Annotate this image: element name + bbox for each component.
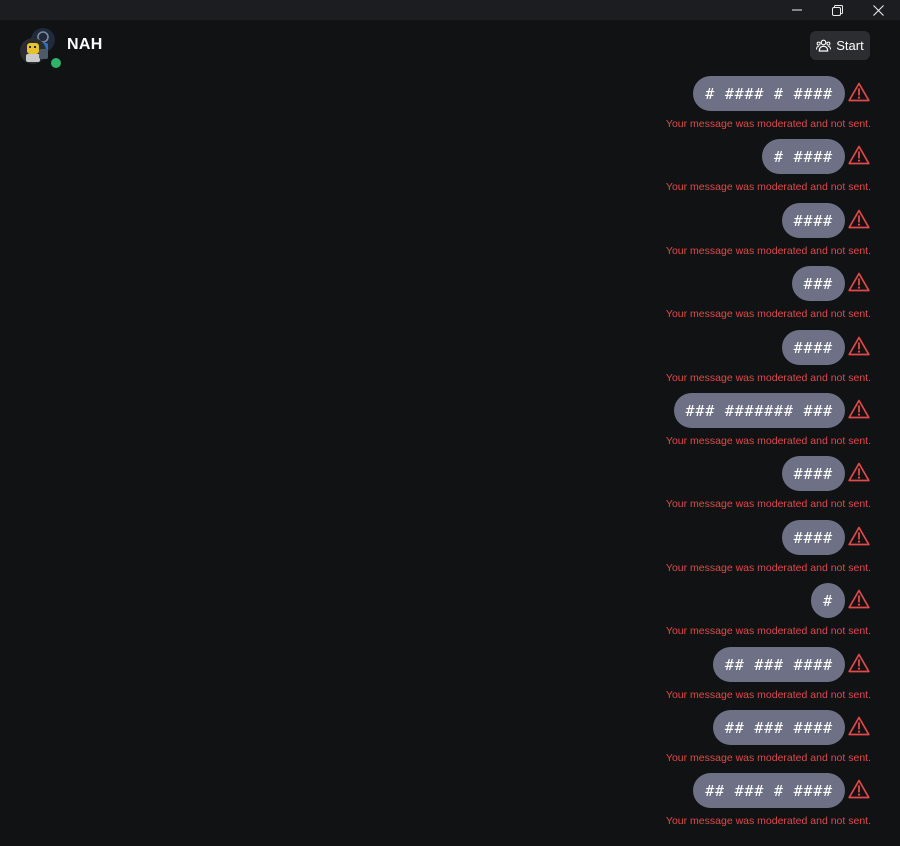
moderation-status-text: Your message was moderated and not sent.: [665, 308, 871, 320]
moderation-status-text: Your message was moderated and not sent.: [665, 689, 871, 701]
moderation-status-text: Your message was moderated and not sent.: [665, 435, 871, 447]
moderation-status-text: Your message was moderated and not sent.: [665, 181, 871, 193]
message-bubble[interactable]: ####: [781, 203, 845, 238]
restore-icon: [831, 4, 843, 16]
moderation-status-text: Your message was moderated and not sent.: [665, 372, 871, 384]
message-bubble[interactable]: # ####: [762, 139, 845, 174]
warning-icon[interactable]: [848, 526, 870, 546]
message-bubble[interactable]: ## ### ####: [712, 647, 845, 682]
message-bubble[interactable]: # #### # ####: [693, 76, 845, 111]
close-icon: [872, 4, 884, 16]
warning-icon[interactable]: [848, 336, 870, 356]
warning-icon[interactable]: [848, 209, 870, 229]
online-status-icon: [49, 56, 63, 70]
message-row: #### Your message was moderated and not s…: [0, 203, 900, 261]
restore-button[interactable]: [817, 0, 857, 20]
warning-icon[interactable]: [848, 589, 870, 609]
message-bubble[interactable]: #: [811, 583, 845, 618]
chat-header: [0, 20, 900, 72]
moderation-status-text: Your message was moderated and not sent.: [665, 562, 871, 574]
message-row: ## ### #### Your message was moderated an…: [0, 710, 900, 768]
moderation-status-text: Your message was moderated and not sent.: [665, 118, 871, 130]
warning-icon[interactable]: [848, 82, 870, 102]
message-row: #### Your message was moderated and not s…: [0, 456, 900, 514]
message-bubble[interactable]: ####: [781, 330, 845, 365]
message-bubble[interactable]: ## ### ####: [712, 710, 845, 745]
warning-icon[interactable]: [848, 272, 870, 292]
chat-title: NAH: [67, 36, 103, 53]
close-button[interactable]: [858, 0, 898, 20]
minimize-icon: [792, 9, 802, 11]
message-bubble[interactable]: ####: [781, 456, 845, 491]
message-row: # #### # #### Your message was moderated …: [0, 76, 900, 134]
warning-icon[interactable]: [848, 716, 870, 736]
message-row: ### ####### ### Your message was moderate…: [0, 393, 900, 451]
warning-icon[interactable]: [848, 653, 870, 673]
message-row: # Your message was moderated and not sent…: [0, 583, 900, 641]
message-bubble[interactable]: ###: [791, 266, 845, 301]
message-row: ### Your message was moderated and not se…: [0, 266, 900, 324]
warning-icon[interactable]: [848, 779, 870, 799]
start-button[interactable]: Start: [810, 31, 870, 60]
moderation-status-text: Your message was moderated and not sent.: [665, 752, 871, 764]
message-row: # #### Your message was moderated and not…: [0, 139, 900, 197]
minimize-button[interactable]: [777, 0, 817, 20]
warning-icon[interactable]: [848, 145, 870, 165]
message-bubble[interactable]: ### ####### ###: [673, 393, 845, 428]
people-icon: [816, 39, 832, 52]
start-button-label: Start: [836, 38, 864, 53]
message-row: #### Your message was moderated and not s…: [0, 330, 900, 388]
warning-icon[interactable]: [848, 462, 870, 482]
message-row: ## ### #### Your message was moderated an…: [0, 647, 900, 705]
moderation-status-text: Your message was moderated and not sent.: [665, 498, 871, 510]
message-bubble[interactable]: ####: [781, 520, 845, 555]
message-row: #### Your message was moderated and not s…: [0, 520, 900, 578]
moderation-status-text: Your message was moderated and not sent.: [665, 815, 871, 827]
moderation-status-text: Your message was moderated and not sent.: [665, 625, 871, 637]
warning-icon[interactable]: [848, 399, 870, 419]
title-bar: [0, 0, 900, 20]
message-bubble[interactable]: ## ### # ####: [693, 773, 845, 808]
moderation-status-text: Your message was moderated and not sent.: [665, 245, 871, 257]
message-row: ## ### # #### Your message was moderated …: [0, 773, 900, 831]
chat-window: NAH Start # #### # #### Your message was …: [0, 0, 900, 846]
